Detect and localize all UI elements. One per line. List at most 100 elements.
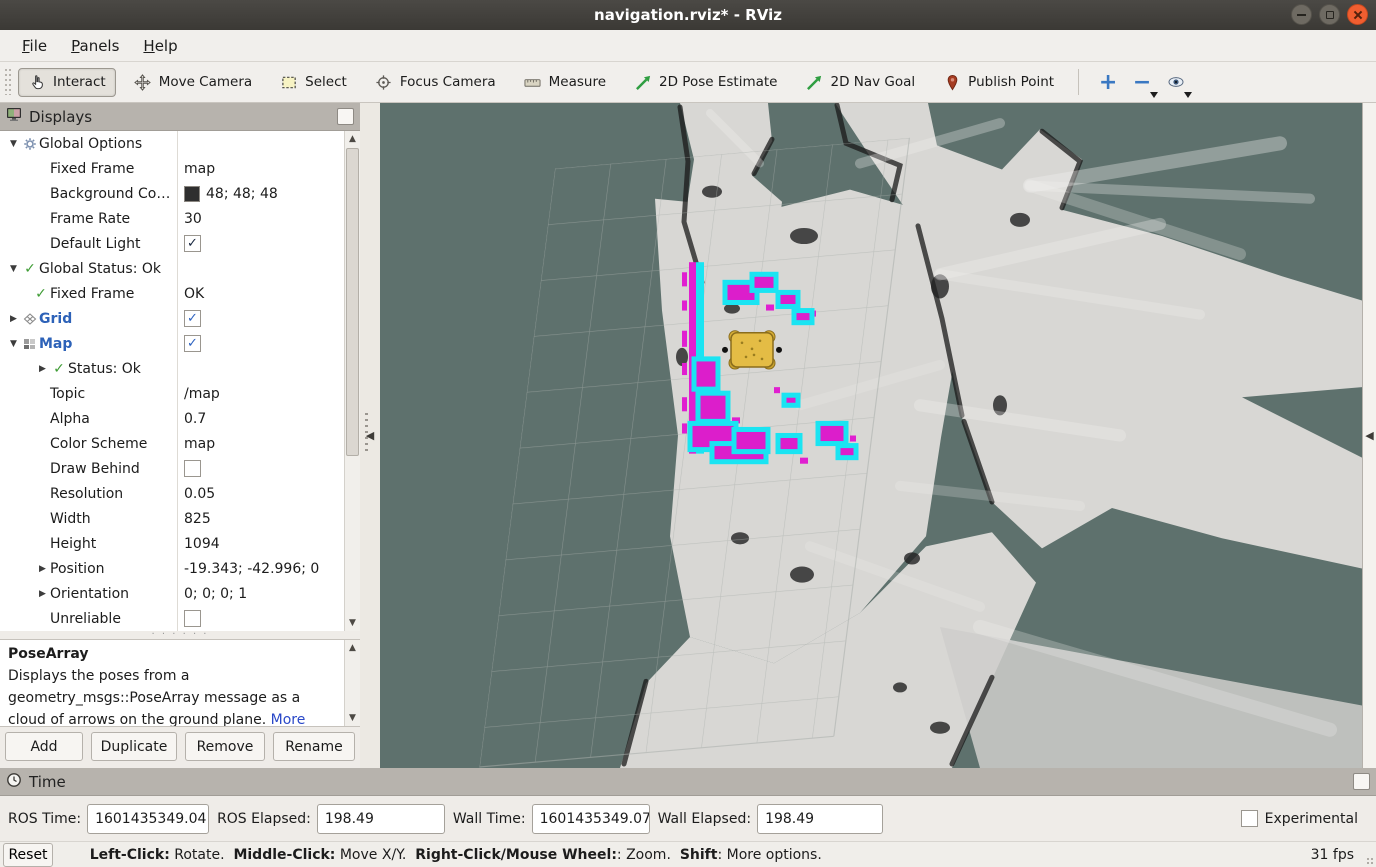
experimental-checkbox[interactable] (1241, 810, 1258, 827)
row-value[interactable]: 0.7 (184, 411, 206, 427)
checkbox-unchecked[interactable] (184, 460, 201, 477)
tree-scrollbar[interactable]: ▲ ▼ (344, 131, 360, 631)
expander-icon[interactable]: ▶ (35, 564, 50, 574)
description-scrollbar[interactable]: ▲ ▼ (344, 640, 360, 726)
row-value[interactable]: /map (184, 386, 220, 402)
wall-time-input[interactable] (532, 804, 650, 834)
menu-file[interactable]: File (12, 33, 57, 59)
tree-row-background-color[interactable]: Background Co… 48; 48; 48 (0, 181, 344, 206)
tool-label: 2D Pose Estimate (659, 74, 777, 90)
checkbox-checked[interactable]: ✓ (184, 235, 201, 252)
row-label: Alpha (50, 411, 90, 427)
tree-row-orientation[interactable]: ▶ Orientation 0; 0; 0; 1 (0, 581, 344, 606)
right-panel-collapse-strip[interactable]: ◀ (1362, 103, 1376, 768)
wall-elapsed-label: Wall Elapsed: (658, 811, 751, 827)
scroll-up-icon[interactable]: ▲ (345, 131, 360, 147)
tool-label: Publish Point (968, 74, 1054, 90)
menu-help[interactable]: Help (133, 33, 187, 59)
tree-row-fixed-frame-status[interactable]: ✓ Fixed Frame OK (0, 281, 344, 306)
status-bar: Reset Left-Click: Rotate. Middle-Click: … (0, 841, 1376, 867)
displays-panel: Displays ▼ Global Options (0, 103, 360, 768)
scroll-up-icon[interactable]: ▲ (345, 640, 360, 656)
tree-row-width[interactable]: Width 825 (0, 506, 344, 531)
tree-row-frame-rate[interactable]: Frame Rate 30 (0, 206, 344, 231)
scroll-down-icon[interactable]: ▼ (345, 710, 360, 726)
row-label: Default Light (50, 236, 141, 252)
maximize-button[interactable] (1319, 4, 1340, 25)
help-segment: Left-Click: (90, 847, 170, 863)
reset-button[interactable]: Reset (3, 843, 53, 867)
3d-viewport[interactable] (380, 103, 1362, 768)
window-title: navigation.rviz* - RViz (0, 6, 1376, 24)
tree-row-topic[interactable]: Topic /map (0, 381, 344, 406)
duplicate-button[interactable]: Duplicate (91, 732, 177, 761)
tool-publish-point[interactable]: Publish Point (933, 68, 1064, 97)
resize-grip[interactable] (1366, 857, 1374, 865)
wall-elapsed-input[interactable] (757, 804, 883, 834)
remove-button[interactable]: Remove (185, 732, 265, 761)
ros-elapsed-input[interactable] (317, 804, 445, 834)
row-label: Fixed Frame (50, 286, 134, 302)
expander-icon[interactable]: ▼ (6, 139, 21, 149)
expander-icon[interactable]: ▼ (6, 339, 21, 349)
minimize-button[interactable] (1291, 4, 1312, 25)
row-value[interactable]: map (184, 161, 215, 177)
close-button[interactable] (1347, 4, 1368, 25)
tree-row-alpha[interactable]: Alpha 0.7 (0, 406, 344, 431)
panel-float-button[interactable] (337, 108, 354, 125)
rename-button[interactable]: Rename (273, 732, 355, 761)
tree-row-resolution[interactable]: Resolution 0.05 (0, 481, 344, 506)
menubar: File Panels Help (0, 30, 1376, 62)
tool-measure[interactable]: Measure (514, 68, 616, 97)
help-segment: Shift (680, 847, 718, 863)
collapse-left-icon[interactable]: ◀ (1365, 429, 1373, 442)
toolbar-drag-handle[interactable] (4, 69, 13, 95)
row-value[interactable]: map (184, 436, 215, 452)
tool-visibility-button[interactable] (1159, 67, 1193, 97)
chevron-down-icon (1184, 92, 1192, 98)
scroll-down-icon[interactable]: ▼ (345, 615, 360, 631)
tree-row-global-options[interactable]: ▼ Global Options (0, 131, 344, 156)
checkbox-checked[interactable]: ✓ (184, 310, 201, 327)
main-area: Displays ▼ Global Options (0, 103, 1376, 768)
eye-icon (1167, 73, 1185, 91)
checkbox-unchecked[interactable] (184, 610, 201, 627)
tree-row-height[interactable]: Height 1094 (0, 531, 344, 556)
expander-icon[interactable]: ▶ (35, 364, 50, 374)
row-label: Status: Ok (68, 361, 141, 377)
panel-float-button[interactable] (1353, 773, 1370, 790)
tree-row-default-light[interactable]: Default Light ✓ (0, 231, 344, 256)
tree-row-grid[interactable]: ▶ Grid ✓ (0, 306, 344, 331)
interact-hand-icon (28, 74, 46, 91)
tree-row-global-status[interactable]: ▼ ✓ Global Status: Ok (0, 256, 344, 281)
row-value[interactable]: 48; 48; 48 (206, 186, 278, 202)
tool-2d-nav-goal[interactable]: 2D Nav Goal (796, 68, 926, 97)
add-button[interactable]: Add (5, 732, 83, 761)
panel-splitter-handle[interactable]: · · · · · · (0, 631, 360, 639)
menu-panels[interactable]: Panels (61, 33, 129, 59)
tree-row-color-scheme[interactable]: Color Scheme map (0, 431, 344, 456)
tree-row-unreliable[interactable]: Unreliable (0, 606, 344, 631)
row-value[interactable]: 30 (184, 211, 202, 227)
ros-time-input[interactable] (87, 804, 209, 834)
expander-icon[interactable]: ▶ (6, 314, 21, 324)
tool-move-camera[interactable]: Move Camera (124, 68, 262, 97)
color-swatch[interactable] (184, 186, 200, 202)
tree-row-draw-behind[interactable]: Draw Behind (0, 456, 344, 481)
tree-row-map-status[interactable]: ▶ ✓ Status: Ok (0, 356, 344, 381)
tree-row-position[interactable]: ▶ Position -19.343; -42.996; 0 (0, 556, 344, 581)
tool-select[interactable]: Select (270, 68, 357, 97)
status-ok-icon: ✓ (21, 261, 39, 277)
expander-icon[interactable]: ▶ (35, 589, 50, 599)
tree-row-fixed-frame[interactable]: Fixed Frame map (0, 156, 344, 181)
checkbox-checked[interactable]: ✓ (184, 335, 201, 352)
tool-interact[interactable]: Interact (18, 68, 116, 97)
tool-focus-camera[interactable]: Focus Camera (365, 68, 506, 97)
tool-2d-pose-estimate[interactable]: 2D Pose Estimate (624, 68, 787, 97)
panel-view-splitter[interactable]: ◀ (360, 103, 380, 768)
tree-row-map[interactable]: ▼ Map ✓ (0, 331, 344, 356)
expander-icon[interactable]: ▼ (6, 264, 21, 274)
scrollbar-thumb[interactable] (346, 148, 359, 456)
add-tool-button[interactable]: + (1091, 67, 1125, 97)
remove-tool-button[interactable]: − (1125, 67, 1159, 97)
